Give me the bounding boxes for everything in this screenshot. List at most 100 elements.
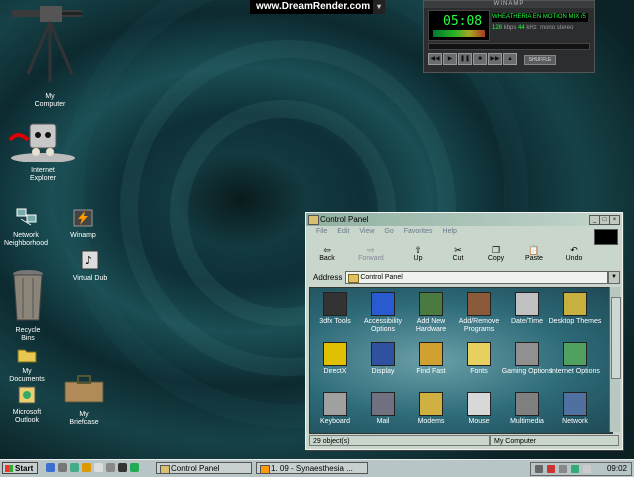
status-location: My Computer — [490, 435, 619, 446]
forward-button[interactable]: ⇨ Forward — [344, 242, 398, 270]
winamp-icon[interactable] — [82, 463, 91, 472]
network-icon — [16, 208, 37, 226]
speaker-icon[interactable] — [583, 465, 591, 473]
desktop-icon-network[interactable]: Network Neighborhood — [0, 207, 58, 248]
cut-button[interactable]: ✂ Cut — [438, 242, 478, 270]
display-icon — [371, 342, 395, 366]
banner-text: www.DreamRender.com — [256, 1, 371, 12]
gaming-options-icon — [515, 342, 539, 366]
command-prompt-icon[interactable] — [118, 463, 127, 472]
windows-logo-icon — [5, 465, 13, 472]
back-icon: ⇦ — [323, 245, 331, 255]
copy-button[interactable]: ❐ Copy — [478, 242, 514, 270]
winamp-titlebar[interactable]: WINAMP — [424, 1, 594, 8]
task-winamp[interactable]: 1. 09 - Synaesthesia ... — [256, 462, 368, 474]
winamp-info: 128 kbps 44 kHz mono stereo — [492, 25, 573, 31]
notepad-icon[interactable] — [94, 463, 103, 472]
media-icon[interactable] — [130, 463, 139, 472]
toolbar: ⇦ Back ⇨ Forward ⇧ Up ✂ Cut ❐ Copy 📋 Paste ↶ Un… — [310, 242, 616, 270]
cp-item-network[interactable]: Network — [546, 392, 604, 426]
start-label: Start — [15, 464, 34, 473]
desktop-icon-label: Internet Explorer — [29, 167, 57, 182]
explorer-icon[interactable] — [106, 463, 115, 472]
cp-item-internet-options[interactable]: Internet Options — [546, 342, 604, 376]
back-button[interactable]: ⇦ Back — [310, 242, 344, 270]
menu-help[interactable]: Help — [443, 226, 457, 238]
menu-file[interactable]: File — [316, 226, 327, 238]
next-button[interactable]: ▶▶ — [488, 53, 502, 65]
desktop-icon-label: Winamp — [70, 232, 96, 239]
stop-button[interactable]: ■ — [473, 53, 487, 65]
desktop-icon-my-computer[interactable]: My Computer — [10, 2, 90, 109]
desktop-icon-winamp[interactable]: Winamp — [51, 209, 115, 240]
vertical-scrollbar[interactable] — [609, 287, 621, 432]
taskbar: Start Control Panel 1. 09 - Synaesthesia… — [0, 459, 634, 477]
add-remove-programs-icon — [467, 292, 491, 316]
tray-icon[interactable] — [559, 465, 567, 473]
close-button[interactable]: × — [609, 215, 620, 225]
multimedia-icon — [515, 392, 539, 416]
desktop-icon-my-documents[interactable]: My Documents — [0, 347, 59, 384]
window-titlebar[interactable]: Control Panel _ □ × — [306, 213, 622, 226]
trash-can-icon — [13, 270, 43, 321]
outlook-icon[interactable] — [70, 463, 79, 472]
url-banner[interactable]: www.DreamRender.com ▾ — [250, 0, 385, 14]
button-label: Copy — [487, 255, 505, 262]
network-icon — [563, 392, 587, 416]
eject-button[interactable]: ▲ — [503, 53, 517, 65]
scrollbar-thumb[interactable] — [611, 297, 621, 379]
play-button[interactable]: ▶ — [443, 53, 457, 65]
pause-button[interactable]: ❚❚ — [458, 53, 472, 65]
tray-icon[interactable] — [547, 465, 555, 473]
desktop-icon-outlook[interactable]: Microsoft Outlook — [0, 386, 59, 425]
chevron-down-icon[interactable]: ▾ — [373, 0, 385, 14]
desktop-icon-label: Network Neighborhood — [4, 232, 48, 247]
menu-edit[interactable]: Edit — [337, 226, 349, 238]
shuffle-button[interactable]: SHUFFLE — [524, 55, 556, 65]
chevron-down-icon[interactable]: ▼ — [608, 270, 620, 284]
address-input[interactable]: Control Panel — [345, 270, 608, 284]
task-control-panel[interactable]: Control Panel — [156, 462, 252, 474]
winamp-controls: ◀◀ ▶ ❚❚ ■ ▶▶ ▲ — [428, 53, 517, 65]
menu-favorites[interactable]: Favorites — [404, 226, 433, 238]
find-fast-icon — [419, 342, 443, 366]
desktop-icon-label: My Computer — [34, 93, 66, 108]
desktop-icon-briefcase[interactable]: My Briefcase — [52, 372, 116, 427]
previous-button[interactable]: ◀◀ — [428, 53, 442, 65]
undo-button[interactable]: ↶ Undo — [554, 242, 594, 270]
address-bar: Address Control Panel ▼ — [310, 270, 620, 284]
menu-go[interactable]: Go — [384, 226, 393, 238]
fonts-icon — [467, 342, 491, 366]
desktop-icon-recycle-bin[interactable]: Recycle Bins — [0, 268, 60, 343]
tray-icon[interactable] — [571, 465, 579, 473]
paste-button[interactable]: 📋 Paste — [514, 242, 554, 270]
start-button[interactable]: Start — [2, 462, 38, 474]
folder-icon — [17, 349, 37, 363]
clock[interactable]: 09:02 — [607, 463, 627, 475]
internet-explorer-icon[interactable] — [46, 463, 55, 472]
control-panel-icon — [308, 215, 319, 225]
svg-text:♪: ♪ — [85, 254, 92, 267]
desktop-icon-virtualdub[interactable]: ♪ Virtual Dub — [58, 250, 122, 283]
desktop-icon-internet-explorer[interactable]: Internet Explorer — [8, 122, 78, 183]
task-label: Control Panel — [171, 464, 220, 473]
menu-view[interactable]: View — [359, 226, 374, 238]
control-panel-items: 3dfx Tools Accessibility Options Add New H… — [309, 287, 613, 434]
winamp-song-title: WHEATHERIA EN MOTION MIX /5 — [492, 13, 588, 22]
control-panel-window[interactable]: Control Panel _ □ × File Edit View Go Fa… — [305, 212, 623, 450]
control-panel-icon — [160, 465, 170, 473]
desktop-icon[interactable] — [58, 463, 67, 472]
system-tray: 09:02 — [530, 462, 632, 476]
date-time-icon — [515, 292, 539, 316]
keyboard-icon — [323, 392, 347, 416]
khz-value: 44 — [518, 25, 525, 31]
up-folder-icon: ⇧ — [414, 245, 422, 255]
button-label: Up — [413, 255, 423, 262]
up-button[interactable]: ⇧ Up — [398, 242, 438, 270]
desktop-icon-label: Virtual Dub — [72, 275, 108, 282]
winamp-player[interactable]: WINAMP 05:08 WHEATHERIA EN MOTION MIX /5… — [423, 0, 595, 73]
seek-bar[interactable] — [428, 43, 590, 50]
desktop-icon-label: Recycle Bins — [15, 327, 41, 342]
cp-item-desktop-themes[interactable]: Desktop Themes — [546, 292, 604, 326]
tray-icon[interactable] — [535, 465, 543, 473]
